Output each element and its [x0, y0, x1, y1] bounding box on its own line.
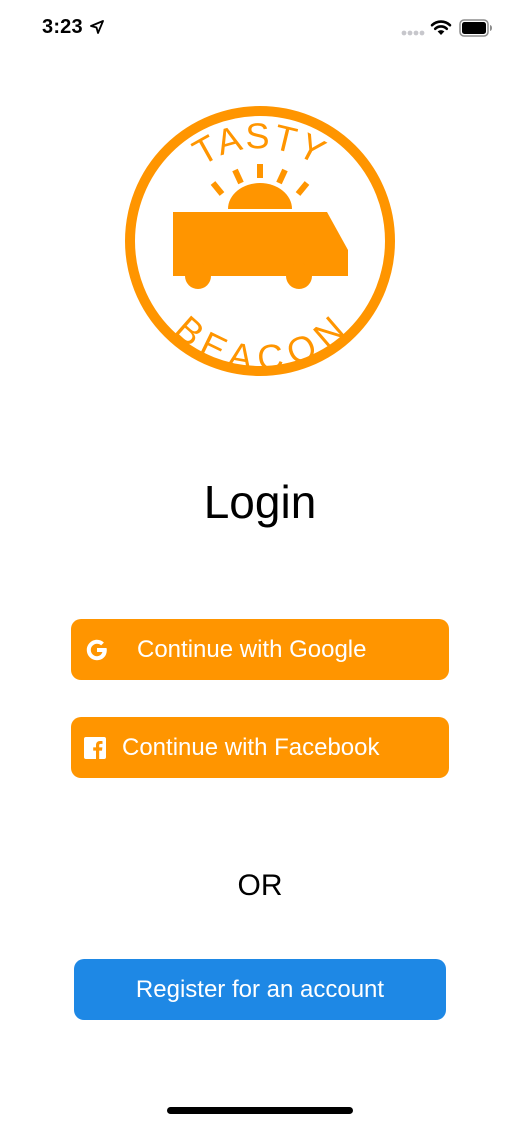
or-divider-text: OR: [237, 869, 283, 902]
wifi-icon: [430, 20, 452, 35]
google-button-label: Continue with Google: [137, 636, 367, 663]
status-time: 3:23: [42, 16, 83, 38]
logo-bottom-text: BEACON: [167, 308, 352, 379]
google-icon: [86, 639, 107, 661]
tasty-beacon-logo: TASTY BEACON: [125, 106, 395, 379]
continue-with-facebook-button[interactable]: Continue with Facebook: [71, 717, 449, 778]
cellular-signal-icon: [401, 30, 425, 36]
continue-with-google-button[interactable]: Continue with Google: [71, 619, 449, 680]
login-screen: 3:23 TASTY BEACON Login Continue with Go…: [0, 0, 520, 1125]
status-bar: 3:23: [0, 0, 520, 58]
location-arrow-icon: [90, 20, 104, 34]
home-indicator[interactable]: [167, 1107, 353, 1114]
svg-text:BEACON: BEACON: [167, 308, 353, 379]
battery-icon: [459, 19, 492, 37]
page-title: Login: [203, 476, 317, 528]
facebook-icon: [84, 737, 106, 759]
register-account-button[interactable]: Register for an account: [74, 959, 446, 1020]
facebook-button-label: Continue with Facebook: [122, 734, 380, 761]
register-button-label: Register for an account: [135, 976, 385, 1003]
